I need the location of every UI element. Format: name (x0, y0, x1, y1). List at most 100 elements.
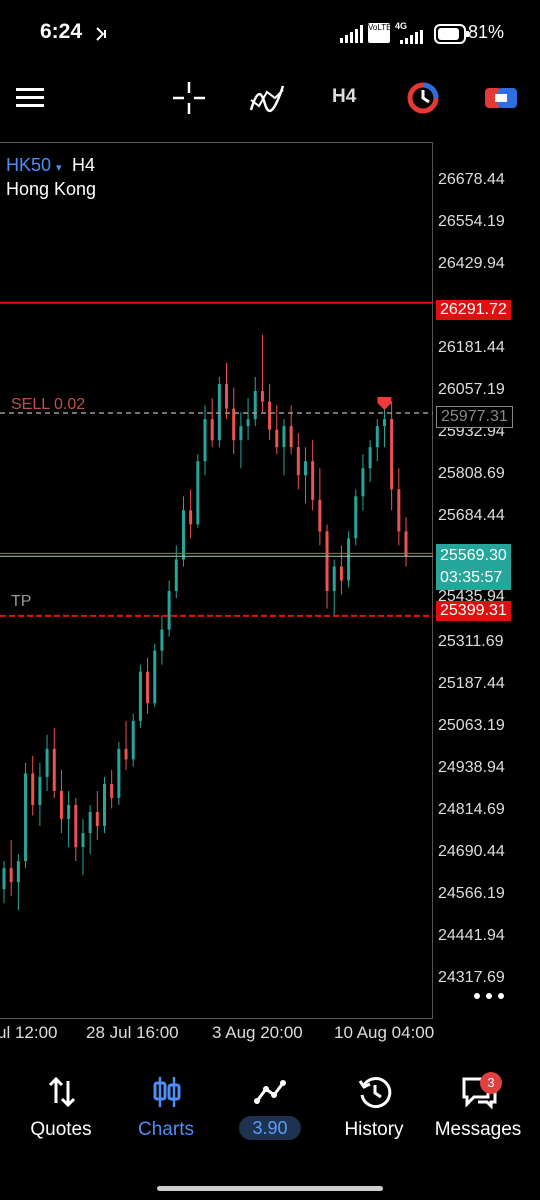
more-options-icon[interactable] (472, 990, 506, 1002)
candle (304, 447, 307, 504)
take-profit-label: TP (11, 593, 32, 610)
x-tick: 10 Aug 04:00 (334, 1023, 435, 1042)
y-tick: 24938.94 (438, 759, 505, 776)
candle (45, 734, 49, 791)
y-tick: 26678.44 (438, 171, 505, 188)
symbol-description: Hong Kong (6, 179, 97, 199)
candle (88, 805, 92, 855)
volte-badge: VoLTE (368, 23, 391, 43)
battery-percentage: 81% (467, 22, 504, 42)
y-tick: 26181.44 (438, 339, 505, 356)
tp-price-tag: 25399.31 (436, 601, 511, 621)
candle (260, 334, 264, 413)
symbol-name: HK50 (6, 155, 52, 175)
nav-messages[interactable]: Messages (428, 1075, 528, 1141)
menu-icon[interactable] (14, 80, 50, 116)
candle (146, 657, 150, 714)
battery-icon (434, 24, 469, 44)
candle (153, 643, 157, 707)
messages-badge: 3 (480, 1072, 502, 1094)
candle (110, 769, 114, 809)
candle (275, 405, 279, 455)
indicator-icon[interactable] (249, 80, 285, 116)
x-tick: ul 12:00 (0, 1023, 58, 1042)
candle (16, 854, 20, 911)
y-tick: 26057.19 (438, 381, 505, 398)
sell-order-label: SELL 0.02 (11, 396, 86, 413)
candle (354, 489, 358, 546)
candle (103, 776, 106, 834)
home-indicator[interactable] (157, 1186, 383, 1191)
y-tick: 24441.94 (438, 927, 505, 944)
y-tick: 25063.19 (438, 717, 505, 734)
y-tick: 24566.19 (438, 885, 505, 902)
candle (404, 517, 408, 567)
candle (59, 769, 63, 834)
candle (390, 401, 394, 511)
crosshair-icon[interactable] (171, 80, 207, 116)
y-tick: 24814.69 (438, 801, 505, 818)
x-tick: 28 Jul 16:00 (86, 1023, 179, 1042)
nav-trade-pnl[interactable]: 3.90 (239, 1116, 301, 1140)
candle (397, 468, 401, 546)
x-tick: 3 Aug 20:00 (212, 1023, 303, 1042)
history-clock-icon (358, 1077, 392, 1109)
candle (160, 615, 164, 665)
current-price: 25569.30 (440, 547, 507, 564)
candle (268, 384, 272, 441)
candle (38, 762, 42, 827)
candle (253, 377, 257, 427)
symbol-label[interactable]: HK50 ▾ (6, 155, 62, 176)
candle (117, 741, 121, 806)
bar-countdown: 03:35:57 (440, 569, 503, 586)
candle (347, 531, 351, 588)
symbol-timeframe: H4 (72, 155, 96, 175)
charts-candles-icon (153, 1077, 181, 1107)
nav-quotes[interactable]: Quotes (11, 1075, 111, 1141)
nav-charts[interactable]: Charts (116, 1075, 216, 1141)
candle (375, 419, 379, 462)
y-tick: 25311.69 (438, 633, 504, 650)
nav-label: History (344, 1119, 404, 1140)
y-tick: 25684.44 (438, 507, 505, 524)
candle (332, 559, 336, 616)
candle (74, 797, 78, 862)
candle (196, 454, 200, 528)
resistance-price-tag: 26291.72 (436, 300, 511, 320)
candle (361, 454, 365, 511)
candle (225, 363, 229, 420)
sell-entry-arrow (377, 397, 392, 411)
quotes-arrows-icon (48, 1076, 76, 1108)
candle (239, 412, 243, 469)
candle (339, 545, 343, 595)
candle (296, 433, 300, 490)
status-time: 6:24 (40, 20, 83, 43)
candle (282, 419, 286, 476)
nav-history[interactable]: History (324, 1075, 424, 1141)
candle (189, 489, 193, 539)
candle (24, 762, 28, 869)
candle (81, 819, 85, 876)
trade-clock-icon[interactable] (405, 80, 441, 116)
candle (232, 387, 236, 455)
candle (67, 790, 71, 848)
candle (52, 727, 56, 798)
candle (124, 720, 128, 770)
signal-icon-2 (400, 30, 423, 44)
candle (31, 755, 35, 816)
candle (318, 468, 322, 546)
timeframe-button[interactable]: H4 (332, 86, 356, 108)
candle (9, 840, 13, 897)
candlestick-chart[interactable] (0, 142, 433, 1019)
candle (95, 790, 99, 841)
candle (210, 398, 214, 448)
candle (246, 398, 250, 441)
candle (131, 713, 135, 767)
y-tick: 24690.44 (438, 843, 505, 860)
toggle-panel-icon[interactable] (483, 80, 519, 116)
signal-icon (340, 25, 363, 43)
y-tick: 25808.69 (438, 465, 505, 482)
candle (167, 580, 171, 637)
nav-label: Charts (138, 1119, 194, 1140)
y-tick: 26554.19 (438, 213, 505, 230)
